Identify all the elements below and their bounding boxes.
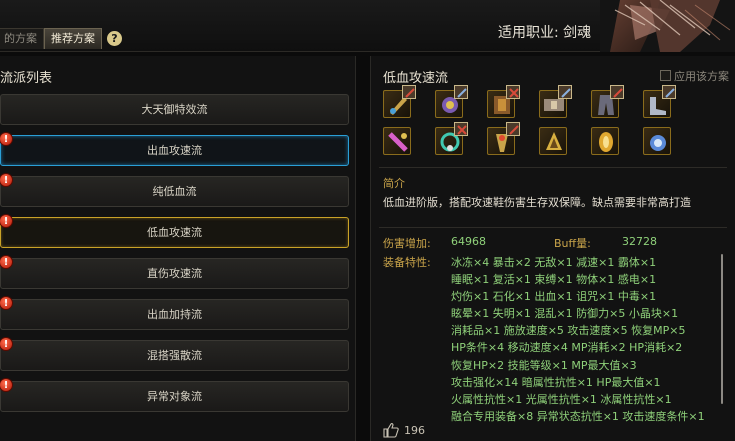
- school-item[interactable]: 混搭强散流: [0, 340, 349, 371]
- earring-icon[interactable]: [643, 127, 671, 155]
- hat-icon[interactable]: [435, 85, 468, 118]
- support-icon[interactable]: [539, 127, 567, 155]
- trait-line: 冰冻×4 暴击×2 无敌×1 减速×1 霸体×1: [451, 256, 657, 269]
- magic-stone-icon[interactable]: [591, 127, 619, 155]
- tab-my-schemes[interactable]: 的方案: [0, 28, 44, 49]
- necklace-icon[interactable]: [435, 122, 468, 155]
- scheme-title: 低血攻速流: [383, 71, 449, 86]
- like-count: 196: [404, 424, 425, 437]
- school-list-panel: 流派列表 大天御特效流 出血攻速流 ! 纯低血流 ! 低血攻速流 ! 直伤攻速流…: [0, 56, 356, 441]
- school-item-label: 混搭强散流: [147, 349, 202, 362]
- scheme-detail-panel: 低血攻速流 应用该方案 简介 低血进阶版，搭配攻速鞋伤害生存双保障。缺点需要非常…: [370, 56, 735, 441]
- skill-badge-icon: [610, 85, 624, 99]
- trait-line: 睡眠×1 复活×1 束缚×1 物体×1 感电×1: [451, 273, 657, 287]
- traits-list: 冰冻×4 暴击×2 无敌×1 减速×1 霸体×1 睡眠×1 复活×1 束缚×1 …: [451, 254, 721, 425]
- buff-value: 32728: [622, 235, 657, 248]
- intro-title: 简介: [383, 177, 405, 190]
- skill-badge-icon: [506, 85, 520, 99]
- school-item[interactable]: 低血攻速流: [0, 217, 349, 248]
- pants-icon[interactable]: [591, 85, 624, 118]
- section-divider: [379, 167, 727, 168]
- traits-label: 装备特性:: [383, 256, 431, 269]
- school-item-label: 出血攻速流: [147, 144, 202, 157]
- section-divider: [379, 227, 727, 228]
- belt-icon[interactable]: [539, 85, 572, 118]
- school-item[interactable]: 纯低血流: [0, 176, 349, 207]
- apply-scheme-checkbox[interactable]: 应用该方案: [660, 68, 729, 84]
- school-list-title: 流派列表: [0, 71, 53, 86]
- traits-scrollbar[interactable]: [721, 254, 723, 404]
- school-item[interactable]: 大天御特效流: [0, 94, 349, 125]
- trait-line: 灼伤×1 石化×1 出血×1 诅咒×1 中毒×1: [451, 290, 657, 304]
- buff-label: Buff量:: [554, 237, 591, 250]
- ring-icon[interactable]: [487, 122, 520, 155]
- school-item-label: 异常对象流: [147, 390, 202, 403]
- trait-line: 融合专用装备×8 异常状态抗性×1 攻击速度条件×1: [451, 409, 705, 423]
- skill-badge-icon: [506, 122, 520, 136]
- like-button[interactable]: 196: [383, 422, 425, 441]
- trait-line: 攻击强化×14 暗属性抗性×1 HP最大值×1: [451, 375, 661, 389]
- skill-badge-icon: [454, 122, 468, 136]
- school-item-label: 直伤攻速流: [147, 267, 202, 280]
- school-item-label: 大天御特效流: [141, 103, 208, 116]
- job-label: 适用职业: 剑魂: [498, 25, 592, 41]
- apply-scheme-label: 应用该方案: [674, 70, 729, 83]
- damage-label: 伤害增加:: [383, 237, 431, 250]
- school-item-label: 纯低血流: [152, 185, 197, 198]
- checkbox-box[interactable]: [660, 70, 671, 81]
- character-portrait: [600, 0, 735, 52]
- trait-line: 消耗品×1 施放速度×5 攻击速度×5 恢复MP×5: [451, 324, 686, 338]
- school-item-label: 低血攻速流: [147, 226, 202, 239]
- school-item[interactable]: 出血攻速流: [0, 135, 349, 166]
- weapon-icon[interactable]: [383, 85, 416, 118]
- trait-line: 恢复HP×2 技能等级×1 MP最大值×3: [451, 358, 637, 372]
- help-icon[interactable]: ?: [107, 31, 122, 46]
- school-item-label: 出血加持流: [147, 308, 202, 321]
- trait-line: 眩晕×1 失明×1 混乱×1 防御力×5 小晶块×1: [451, 307, 679, 321]
- bracelet-icon[interactable]: [383, 127, 411, 155]
- chest-icon[interactable]: [487, 85, 520, 118]
- top-bar: 的方案 推荐方案 ? 适用职业: 剑魂: [0, 0, 735, 52]
- trait-line: HP条件×4 移动速度×4 MP消耗×2 HP消耗×2: [451, 341, 683, 355]
- skill-badge-icon: [454, 85, 468, 99]
- skill-badge-icon: [402, 85, 416, 99]
- school-item[interactable]: 异常对象流: [0, 381, 349, 412]
- skill-badge-icon: [558, 85, 572, 99]
- skill-badge-icon: [662, 85, 676, 99]
- damage-value: 64968: [451, 235, 486, 248]
- trait-line: 火属性抗性×1 光属性抗性×1 冰属性抗性×1: [451, 392, 672, 406]
- thumbs-up-icon: [383, 422, 399, 441]
- school-item[interactable]: 直伤攻速流: [0, 258, 349, 289]
- intro-text: 低血进阶版，搭配攻速鞋伤害生存双保障。缺点需要非常高打造: [383, 196, 691, 209]
- school-item[interactable]: 出血加持流: [0, 299, 349, 330]
- tab-recommended-schemes[interactable]: 推荐方案: [44, 28, 102, 49]
- shoes-icon[interactable]: [643, 85, 676, 118]
